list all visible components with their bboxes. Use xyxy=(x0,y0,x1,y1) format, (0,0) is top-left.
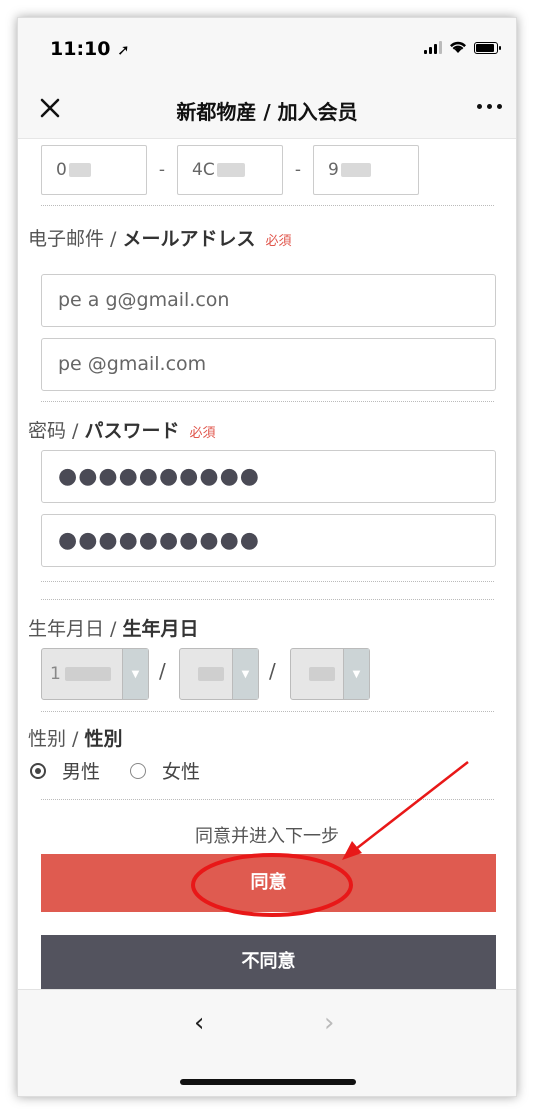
battery-icon xyxy=(474,42,501,54)
chevron-down-icon: ▼ xyxy=(343,649,369,699)
email-label: 电子邮件 / メールアドレス 必須 xyxy=(28,228,292,250)
signal-icon xyxy=(424,40,442,54)
back-arrow-icon[interactable]: ‹ xyxy=(194,1008,204,1038)
divider xyxy=(41,711,494,712)
required-badge: 必須 xyxy=(189,426,216,441)
phone-number-row: 0 - 4C - 9 xyxy=(41,145,419,195)
status-icons xyxy=(424,40,501,54)
gender-label: 性别 / 性別 xyxy=(28,728,123,750)
gender-female-label: 女性 xyxy=(162,761,201,783)
divider xyxy=(41,401,494,402)
chevron-down-icon: ▼ xyxy=(122,649,148,699)
gender-male-label: 男性 xyxy=(62,761,101,783)
birth-month-select[interactable]: ▼ xyxy=(179,648,259,700)
divider xyxy=(41,205,494,206)
page-title: 新都物産 / 加入会员 xyxy=(176,100,358,124)
disagree-button[interactable]: 不同意 xyxy=(41,935,496,989)
phone-part-3-input[interactable]: 9 xyxy=(313,145,419,195)
birthday-label: 生年月日 / 生年月日 xyxy=(28,618,199,640)
gender-options: 男性 女性 xyxy=(30,757,200,784)
divider xyxy=(41,799,494,800)
forward-arrow-icon[interactable]: › xyxy=(324,1008,334,1038)
browser-toolbar: ‹ › xyxy=(18,989,516,1096)
required-badge: 必須 xyxy=(265,234,292,249)
birth-day-select[interactable]: ▼ xyxy=(290,648,370,700)
date-separator: / xyxy=(159,659,166,683)
wifi-icon xyxy=(450,41,466,53)
phone-part-2-input[interactable]: 4C xyxy=(177,145,283,195)
email-field[interactable]: pe a g@gmail.con xyxy=(41,274,496,327)
agree-hint-text: 同意并进入下一步 xyxy=(195,826,339,847)
chevron-down-icon: ▼ xyxy=(232,649,258,699)
phone-part-1-input[interactable]: 0 xyxy=(41,145,147,195)
password-label: 密码 / パスワード 必須 xyxy=(28,420,216,442)
password-field[interactable]: ●●●●●●●●●● xyxy=(41,450,496,503)
home-indicator xyxy=(180,1079,356,1085)
gender-female-radio[interactable] xyxy=(130,762,147,779)
nav-bar: 新都物産 / 加入会员 xyxy=(18,80,516,139)
gender-male-radio[interactable] xyxy=(30,762,46,779)
registration-form: 0 - 4C - 9 电子邮件 / メールアドレス 必須 pe a g@gmail… xyxy=(18,139,516,989)
phone-separator: - xyxy=(158,160,166,180)
agree-button[interactable]: 同意 xyxy=(41,854,496,912)
divider xyxy=(41,599,494,600)
more-options-icon[interactable] xyxy=(477,104,502,109)
status-bar: 11:10 ➚ xyxy=(18,18,516,80)
email-confirm-field[interactable]: pe @gmail.com xyxy=(41,338,496,391)
password-confirm-field[interactable]: ●●●●●●●●●● xyxy=(41,514,496,567)
date-separator: / xyxy=(269,659,276,683)
status-time: 11:10 ➚ xyxy=(50,38,130,60)
divider xyxy=(41,581,494,582)
phone-screen: 11:10 ➚ 新都物産 / 加入会员 0 - 4C - 9 电子邮件 / メー… xyxy=(17,17,517,1097)
phone-separator: - xyxy=(294,160,302,180)
location-icon: ➚ xyxy=(117,41,130,59)
birth-year-select[interactable]: 1 ▼ xyxy=(41,648,149,700)
